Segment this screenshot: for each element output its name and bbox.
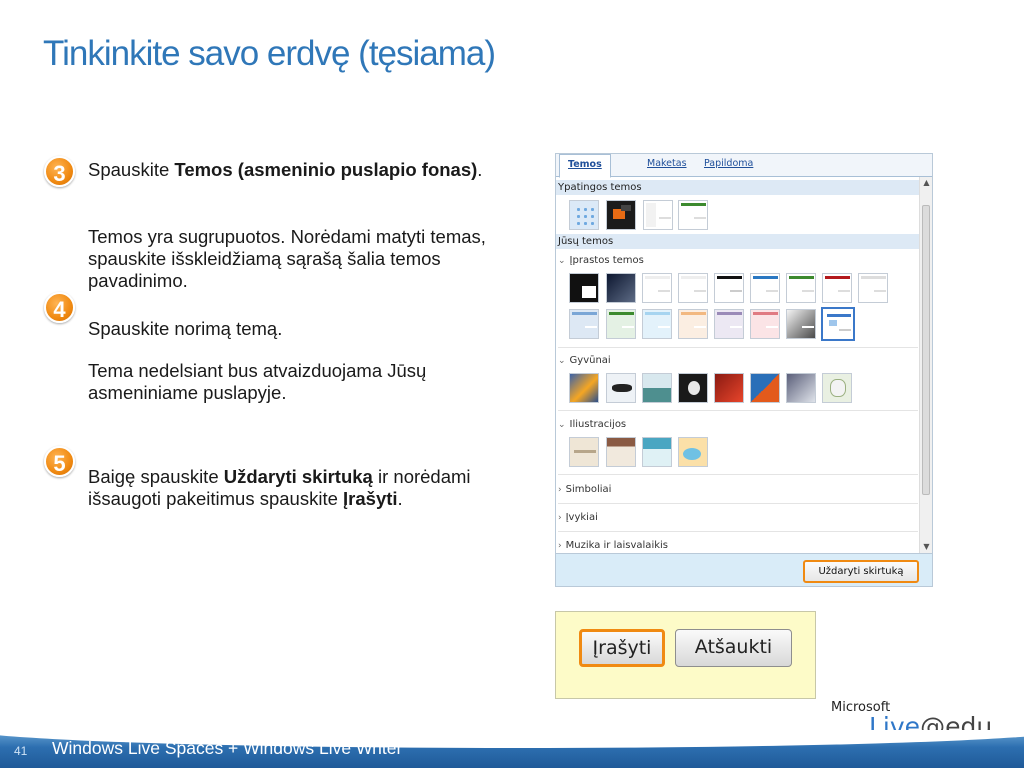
instruction-step-3: Spauskite Temos (asmeninio puslapio fona… [88, 159, 508, 181]
save-button[interactable]: Įrašyti [579, 629, 665, 667]
section-your-themes: Jūsų temos [556, 234, 919, 249]
theme-thumb[interactable] [678, 437, 708, 467]
group-events[interactable]: › Įvykiai [556, 512, 598, 523]
chevron-right-icon: › [558, 541, 562, 551]
theme-thumb[interactable] [642, 273, 672, 303]
group-illustrations[interactable]: ⌄ Iliustracijos [556, 419, 626, 430]
theme-thumb[interactable] [569, 273, 599, 303]
theme-thumb[interactable] [750, 373, 780, 403]
theme-thumb[interactable] [642, 373, 672, 403]
scroll-thumb[interactable] [922, 205, 930, 495]
step-3-badge: 3 [44, 156, 75, 187]
theme-thumb[interactable] [606, 373, 636, 403]
theme-thumb[interactable] [714, 273, 744, 303]
chevron-down-icon: ⌄ [558, 356, 566, 366]
instruction-bold: Uždaryti skirtuką [223, 466, 373, 487]
panel-footer: Uždaryti skirtuką [556, 553, 932, 586]
theme-thumb[interactable] [750, 273, 780, 303]
theme-thumb[interactable] [858, 273, 888, 303]
theme-thumb[interactable] [786, 309, 816, 339]
group-animals[interactable]: ⌄ Gyvūnai [556, 355, 611, 366]
theme-panel: Temos Maketas Papildoma Ypatingos temos … [555, 153, 933, 587]
divider [558, 474, 918, 475]
theme-thumb[interactable] [714, 373, 744, 403]
slide-footer: 41 Windows Live Spaces + Windows Live Wr… [0, 730, 1024, 768]
instruction-bold: Įrašyti [343, 488, 398, 509]
theme-thumb[interactable] [569, 373, 599, 403]
group-label: Įprastos temos [569, 255, 644, 266]
group-label: Muzika ir laisvalaikis [565, 540, 668, 551]
theme-thumb[interactable] [606, 273, 636, 303]
tab-advanced[interactable]: Papildoma [696, 154, 761, 177]
panel-scrollbar[interactable]: ▲ ▼ [919, 177, 932, 553]
theme-thumb[interactable] [786, 273, 816, 303]
instruction-text: Spauskite [88, 159, 175, 180]
theme-thumb[interactable] [786, 373, 816, 403]
theme-thumb[interactable] [606, 309, 636, 339]
instruction-preview: Tema nedelsiant bus atvaizduojama Jūsų a… [88, 360, 427, 403]
theme-thumb-selected[interactable] [821, 307, 855, 341]
group-label: Gyvūnai [569, 355, 611, 366]
group-label: Įvykiai [565, 512, 598, 523]
step-4-badge: 4 [44, 292, 75, 323]
instruction-step-5: Baigę spauskite Uždaryti skirtuką ir nor… [88, 466, 508, 510]
group-label: Simboliai [565, 484, 612, 495]
tab-themes[interactable]: Temos [559, 154, 611, 178]
theme-thumb[interactable] [606, 437, 636, 467]
group-music[interactable]: › Muzika ir laisvalaikis [556, 540, 668, 551]
scroll-down-icon[interactable]: ▼ [920, 541, 932, 553]
divider [558, 347, 918, 348]
instruction-text: Baigę spauskite [88, 466, 224, 487]
divider [558, 410, 918, 411]
chevron-right-icon: › [558, 513, 562, 523]
instruction-groups: Temos yra sugrupuotos. Norėdami matyti t… [88, 226, 486, 291]
chevron-right-icon: › [558, 485, 562, 495]
theme-thumb[interactable] [569, 309, 599, 339]
theme-thumb[interactable] [606, 200, 636, 230]
divider [558, 531, 918, 532]
section-special-themes: Ypatingos temos [556, 180, 919, 195]
slide-title: Tinkinkite savo erdvę (tęsiama) [43, 34, 496, 73]
group-usual-themes[interactable]: ⌄ Įprastos temos [556, 255, 644, 266]
instruction-step-4: Spauskite norimą temą. [88, 318, 283, 339]
theme-thumb[interactable] [643, 200, 673, 230]
footer-text: Windows Live Spaces + Windows Live Write… [52, 738, 403, 758]
cancel-button[interactable]: Atšaukti [675, 629, 792, 667]
instruction-text: . [397, 488, 403, 509]
theme-thumb[interactable] [678, 273, 708, 303]
theme-thumb[interactable] [678, 200, 708, 230]
theme-thumb[interactable] [750, 309, 780, 339]
group-symbols[interactable]: › Simboliai [556, 484, 611, 495]
step-5-badge: 5 [44, 446, 75, 477]
tab-layout[interactable]: Maketas [639, 154, 695, 177]
theme-thumb[interactable] [569, 437, 599, 467]
panel-tabs: Temos Maketas Papildoma [556, 154, 932, 178]
scroll-up-icon[interactable]: ▲ [920, 177, 932, 189]
page-number: 41 [14, 744, 28, 758]
theme-thumb[interactable] [569, 200, 599, 230]
save-cancel-area: Įrašyti Atšaukti [555, 611, 816, 699]
theme-thumb[interactable] [822, 273, 852, 303]
divider [558, 503, 918, 504]
theme-thumb[interactable] [642, 437, 672, 467]
instruction-bold: Temos (asmeninio puslapio fonas) [174, 159, 478, 180]
theme-thumb[interactable] [678, 373, 708, 403]
theme-thumb[interactable] [822, 373, 852, 403]
chevron-down-icon: ⌄ [558, 420, 566, 430]
chevron-down-icon: ⌄ [558, 256, 566, 266]
group-label: Iliustracijos [569, 419, 627, 430]
theme-thumb[interactable] [642, 309, 672, 339]
theme-thumb[interactable] [714, 309, 744, 339]
close-tab-button[interactable]: Uždaryti skirtuką [803, 560, 919, 583]
theme-thumb[interactable] [678, 309, 708, 339]
instruction-text: . [477, 159, 483, 180]
